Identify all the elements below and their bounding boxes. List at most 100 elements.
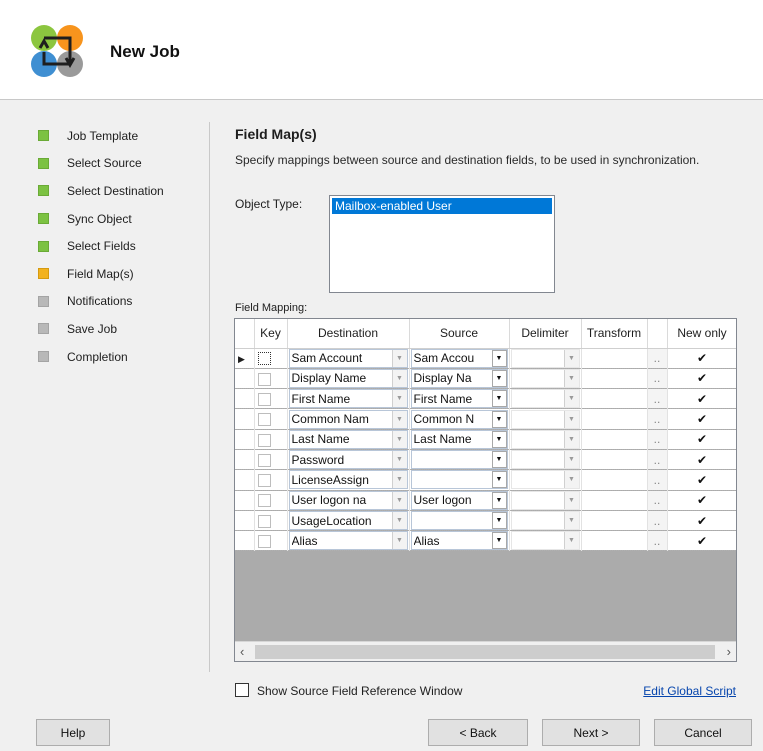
destination-cell[interactable]: User logon na ▼ bbox=[287, 490, 410, 511]
key-cell[interactable] bbox=[254, 449, 288, 471]
column-header-destination[interactable]: Destination bbox=[287, 319, 410, 349]
source-cell[interactable]: Alias ▼ bbox=[409, 530, 510, 552]
key-cell[interactable] bbox=[254, 348, 288, 369]
destination-dropdown-icon[interactable]: ▼ bbox=[391, 369, 407, 387]
table-row[interactable]: LicenseAssign ▼ ▼ ▼.. ✔ bbox=[235, 469, 736, 491]
delimiter-cell[interactable]: ▼ bbox=[509, 429, 582, 450]
destination-dropdown-icon[interactable]: ▼ bbox=[391, 390, 407, 408]
transform-cell[interactable] bbox=[581, 429, 648, 450]
column-header-transform[interactable]: Transform bbox=[581, 319, 648, 349]
source-dropdown-icon[interactable]: ▼ bbox=[491, 471, 507, 489]
source-dropdown-icon[interactable]: ▼ bbox=[491, 390, 507, 408]
destination-cell[interactable]: First Name ▼ bbox=[287, 388, 410, 410]
column-header-delimiter[interactable]: Delimiter bbox=[509, 319, 582, 349]
delimiter-dropdown-icon[interactable]: ▼ bbox=[563, 410, 579, 428]
row-header[interactable] bbox=[235, 408, 255, 430]
cancel-button[interactable]: Cancel bbox=[654, 719, 752, 746]
delimiter-dropdown-icon[interactable]: ▼ bbox=[563, 451, 579, 469]
key-cell[interactable] bbox=[254, 408, 288, 430]
destination-cell[interactable]: UsageLocation ▼ bbox=[287, 510, 410, 532]
transform-edit-button[interactable]: .. bbox=[647, 530, 668, 552]
back-button[interactable]: < Back bbox=[428, 719, 528, 746]
table-row[interactable]: Password ▼ ▼ ▼.. ✔ bbox=[235, 449, 736, 471]
table-row[interactable]: Last Name ▼ Last Name ▼ ▼.. ✔ bbox=[235, 429, 736, 450]
destination-cell[interactable]: Sam Account ▼ bbox=[287, 348, 410, 369]
destination-dropdown-icon[interactable]: ▼ bbox=[391, 532, 407, 550]
table-row[interactable]: ▶ Sam Account ▼ Sam Accou ▼ ▼.. ✔ bbox=[235, 348, 736, 369]
row-header[interactable] bbox=[235, 368, 255, 390]
transform-edit-button[interactable]: .. bbox=[647, 348, 668, 369]
key-checkbox[interactable] bbox=[257, 453, 271, 467]
key-cell[interactable] bbox=[254, 429, 288, 450]
new-only-checkbox[interactable]: ✔ bbox=[667, 510, 736, 532]
destination-dropdown-icon[interactable]: ▼ bbox=[391, 410, 407, 428]
horizontal-scrollbar[interactable]: ‹ › bbox=[235, 641, 736, 661]
new-only-checkbox[interactable]: ✔ bbox=[667, 429, 736, 450]
edit-global-script-link[interactable]: Edit Global Script bbox=[643, 684, 736, 698]
row-header[interactable]: ▶ bbox=[235, 348, 255, 369]
delimiter-cell[interactable]: ▼ bbox=[509, 348, 582, 369]
table-row[interactable]: UsageLocation ▼ ▼ ▼.. ✔ bbox=[235, 510, 736, 532]
transform-edit-button[interactable]: .. bbox=[647, 429, 668, 450]
key-checkbox[interactable] bbox=[257, 392, 271, 406]
destination-cell[interactable]: Last Name ▼ bbox=[287, 429, 410, 450]
key-cell[interactable] bbox=[254, 510, 288, 532]
scrollbar-thumb[interactable] bbox=[255, 645, 715, 659]
table-row[interactable]: Display Name ▼ Display Na ▼ ▼.. ✔ bbox=[235, 368, 736, 390]
transform-cell[interactable] bbox=[581, 388, 648, 410]
transform-cell[interactable] bbox=[581, 368, 648, 390]
delimiter-dropdown-icon[interactable]: ▼ bbox=[563, 369, 579, 387]
new-only-checkbox[interactable]: ✔ bbox=[667, 490, 736, 511]
row-header[interactable] bbox=[235, 469, 255, 491]
destination-cell[interactable]: Display Name ▼ bbox=[287, 368, 410, 390]
source-cell[interactable]: ▼ bbox=[409, 449, 510, 471]
transform-edit-button[interactable]: .. bbox=[647, 408, 668, 430]
destination-dropdown-icon[interactable]: ▼ bbox=[391, 430, 407, 448]
table-row[interactable]: User logon na ▼ User logon ▼ ▼.. ✔ bbox=[235, 490, 736, 511]
transform-edit-button[interactable]: .. bbox=[647, 388, 668, 410]
delimiter-cell[interactable]: ▼ bbox=[509, 408, 582, 430]
source-cell[interactable]: ▼ bbox=[409, 510, 510, 532]
key-cell[interactable] bbox=[254, 388, 288, 410]
source-dropdown-icon[interactable]: ▼ bbox=[491, 410, 507, 428]
key-cell[interactable] bbox=[254, 490, 288, 511]
transform-cell[interactable] bbox=[581, 530, 648, 552]
key-cell[interactable] bbox=[254, 469, 288, 491]
transform-cell[interactable] bbox=[581, 469, 648, 491]
destination-cell[interactable]: Password ▼ bbox=[287, 449, 410, 471]
key-checkbox[interactable] bbox=[257, 534, 271, 548]
key-checkbox[interactable] bbox=[257, 352, 271, 366]
source-cell[interactable]: User logon ▼ bbox=[409, 490, 510, 511]
delimiter-dropdown-icon[interactable]: ▼ bbox=[563, 532, 579, 550]
source-cell[interactable]: First Name ▼ bbox=[409, 388, 510, 410]
field-mapping-grid[interactable]: Key Destination Source Delimiter Transfo… bbox=[234, 318, 737, 662]
key-checkbox[interactable] bbox=[257, 494, 271, 508]
transform-cell[interactable] bbox=[581, 490, 648, 511]
delimiter-dropdown-icon[interactable]: ▼ bbox=[563, 471, 579, 489]
column-header-key[interactable]: Key bbox=[254, 319, 288, 349]
column-header-new-only[interactable]: New only bbox=[667, 319, 736, 349]
destination-dropdown-icon[interactable]: ▼ bbox=[391, 491, 407, 509]
scroll-left-icon[interactable]: ‹ bbox=[240, 644, 244, 659]
destination-dropdown-icon[interactable]: ▼ bbox=[391, 451, 407, 469]
show-reference-checkbox[interactable] bbox=[235, 683, 249, 697]
delimiter-cell[interactable]: ▼ bbox=[509, 510, 582, 532]
key-checkbox[interactable] bbox=[257, 372, 271, 386]
source-dropdown-icon[interactable]: ▼ bbox=[491, 512, 507, 530]
delimiter-cell[interactable]: ▼ bbox=[509, 449, 582, 471]
destination-cell[interactable]: LicenseAssign ▼ bbox=[287, 469, 410, 491]
scroll-right-icon[interactable]: › bbox=[727, 644, 731, 659]
transform-edit-button[interactable]: .. bbox=[647, 368, 668, 390]
new-only-checkbox[interactable]: ✔ bbox=[667, 388, 736, 410]
row-header[interactable] bbox=[235, 530, 255, 552]
transform-cell[interactable] bbox=[581, 510, 648, 532]
object-type-item-selected[interactable]: Mailbox-enabled User bbox=[332, 198, 552, 214]
source-cell[interactable]: ▼ bbox=[409, 469, 510, 491]
destination-cell[interactable]: Common Nam ▼ bbox=[287, 408, 410, 430]
delimiter-cell[interactable]: ▼ bbox=[509, 530, 582, 552]
row-header[interactable] bbox=[235, 510, 255, 532]
key-cell[interactable] bbox=[254, 368, 288, 390]
source-dropdown-icon[interactable]: ▼ bbox=[491, 369, 507, 387]
row-header[interactable] bbox=[235, 449, 255, 471]
new-only-checkbox[interactable]: ✔ bbox=[667, 368, 736, 390]
